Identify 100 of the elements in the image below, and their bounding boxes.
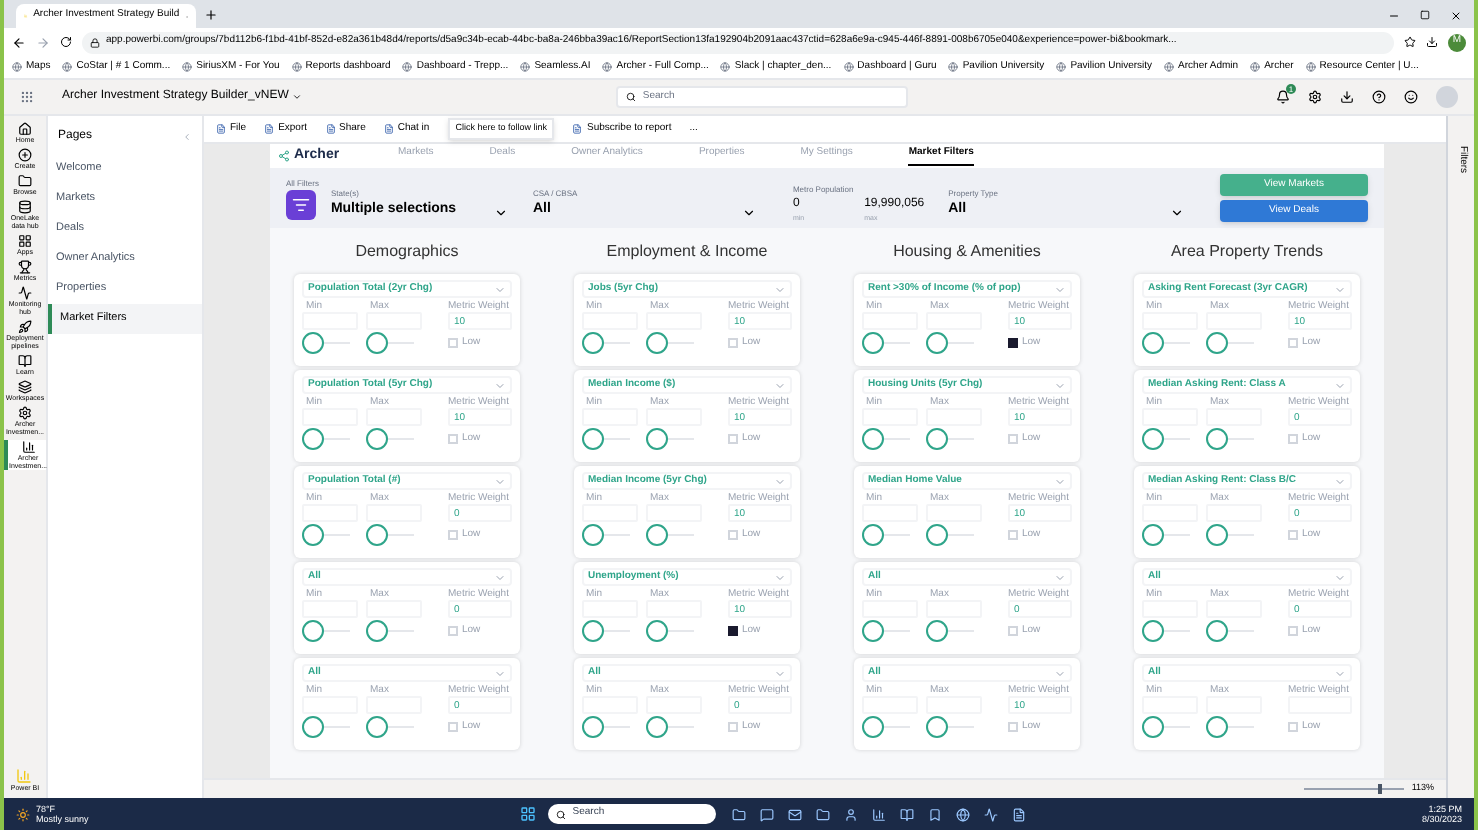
low-checkbox[interactable] [448, 626, 458, 637]
slider-thumb[interactable] [1142, 524, 1164, 546]
low-checkbox[interactable] [728, 530, 738, 541]
notification-icon[interactable] [1276, 90, 1290, 104]
slider-thumb[interactable] [1142, 428, 1164, 450]
slider-thumb[interactable] [862, 716, 884, 738]
input-field[interactable] [302, 504, 358, 522]
input-field[interactable] [646, 600, 702, 618]
input-field[interactable] [1206, 504, 1262, 522]
range-slider[interactable] [1206, 524, 1254, 546]
slider-thumb[interactable] [1206, 332, 1228, 354]
slider-thumb[interactable] [582, 716, 604, 738]
low-checkbox[interactable] [1008, 626, 1018, 637]
input-field[interactable] [926, 504, 982, 522]
app-icon[interactable] [760, 807, 775, 821]
input-field[interactable] [302, 600, 358, 618]
slider-thumb[interactable] [366, 332, 388, 354]
range-slider[interactable] [582, 524, 630, 546]
low-checkbox[interactable] [1008, 722, 1018, 733]
low-checkbox[interactable] [728, 338, 738, 349]
app-icon[interactable] [928, 807, 943, 821]
range-slider[interactable] [862, 332, 910, 354]
range-slider[interactable] [366, 524, 414, 546]
range-slider[interactable] [582, 428, 630, 450]
input-field[interactable] [926, 408, 982, 426]
input-field[interactable] [302, 312, 358, 330]
slider-thumb[interactable] [582, 620, 604, 642]
range-slider[interactable] [1206, 428, 1254, 450]
range-slider[interactable] [646, 428, 694, 450]
input-field[interactable] [582, 504, 638, 522]
input-field[interactable] [1206, 408, 1262, 426]
collapse-icon[interactable] [182, 132, 192, 142]
slider-thumb[interactable] [1142, 332, 1164, 354]
input-field[interactable] [1206, 600, 1262, 618]
input-field[interactable] [582, 312, 638, 330]
low-checkbox[interactable] [448, 722, 458, 733]
range-slider[interactable] [1206, 332, 1254, 354]
input-field[interactable] [366, 696, 422, 714]
low-checkbox[interactable] [728, 722, 738, 733]
slider-thumb[interactable] [1206, 620, 1228, 642]
app-icon[interactable] [788, 807, 803, 821]
low-checkbox[interactable] [1008, 338, 1018, 349]
range-slider[interactable] [302, 428, 350, 450]
range-slider[interactable] [582, 332, 630, 354]
range-slider[interactable] [302, 524, 350, 546]
slider-thumb[interactable] [862, 428, 884, 450]
input-field[interactable] [302, 696, 358, 714]
input-field[interactable] [646, 696, 702, 714]
range-slider[interactable] [646, 716, 694, 738]
input-field[interactable] [862, 408, 918, 426]
slider-thumb[interactable] [862, 524, 884, 546]
slider-thumb[interactable] [302, 524, 324, 546]
slider-thumb[interactable] [366, 524, 388, 546]
feedback-icon[interactable] [1404, 90, 1418, 104]
input-field[interactable] [862, 504, 918, 522]
range-slider[interactable] [302, 716, 350, 738]
low-checkbox[interactable] [448, 338, 458, 349]
filters-icon[interactable] [286, 189, 316, 219]
app-icon[interactable] [872, 807, 887, 821]
range-slider[interactable] [366, 332, 414, 354]
input-field[interactable] [366, 504, 422, 522]
input-field[interactable] [862, 312, 918, 330]
range-slider[interactable] [926, 428, 974, 450]
slider-thumb[interactable] [926, 716, 948, 738]
range-slider[interactable] [582, 620, 630, 642]
low-checkbox[interactable] [1288, 338, 1298, 349]
low-checkbox[interactable] [728, 626, 738, 637]
slider-thumb[interactable] [862, 332, 884, 354]
range-slider[interactable] [862, 524, 910, 546]
slider-thumb[interactable] [366, 716, 388, 738]
range-slider[interactable] [1142, 428, 1190, 450]
input-field[interactable] [926, 696, 982, 714]
range-slider[interactable] [1206, 716, 1254, 738]
range-slider[interactable] [926, 620, 974, 642]
input-field[interactable] [926, 600, 982, 618]
range-slider[interactable] [862, 716, 910, 738]
slider-thumb[interactable] [926, 332, 948, 354]
range-slider[interactable] [302, 332, 350, 354]
range-slider[interactable] [582, 716, 630, 738]
low-checkbox[interactable] [1288, 722, 1298, 733]
download-icon[interactable] [1426, 36, 1438, 48]
input-field[interactable] [646, 312, 702, 330]
slider-thumb[interactable] [366, 428, 388, 450]
slider-thumb[interactable] [582, 428, 604, 450]
input-field[interactable] [366, 408, 422, 426]
input-field[interactable] [926, 312, 982, 330]
input-field[interactable] [582, 408, 638, 426]
range-slider[interactable] [926, 332, 974, 354]
minimize-icon[interactable] [1388, 10, 1400, 22]
range-slider[interactable] [926, 716, 974, 738]
input-field[interactable] [1142, 504, 1198, 522]
reload-icon[interactable] [60, 36, 72, 48]
slider-thumb[interactable] [1206, 428, 1228, 450]
input-field[interactable] [1142, 408, 1198, 426]
slider-thumb[interactable] [302, 332, 324, 354]
slider-thumb[interactable] [366, 620, 388, 642]
range-slider[interactable] [1206, 620, 1254, 642]
range-slider[interactable] [302, 620, 350, 642]
input-field[interactable] [1206, 696, 1262, 714]
low-checkbox[interactable] [448, 530, 458, 541]
